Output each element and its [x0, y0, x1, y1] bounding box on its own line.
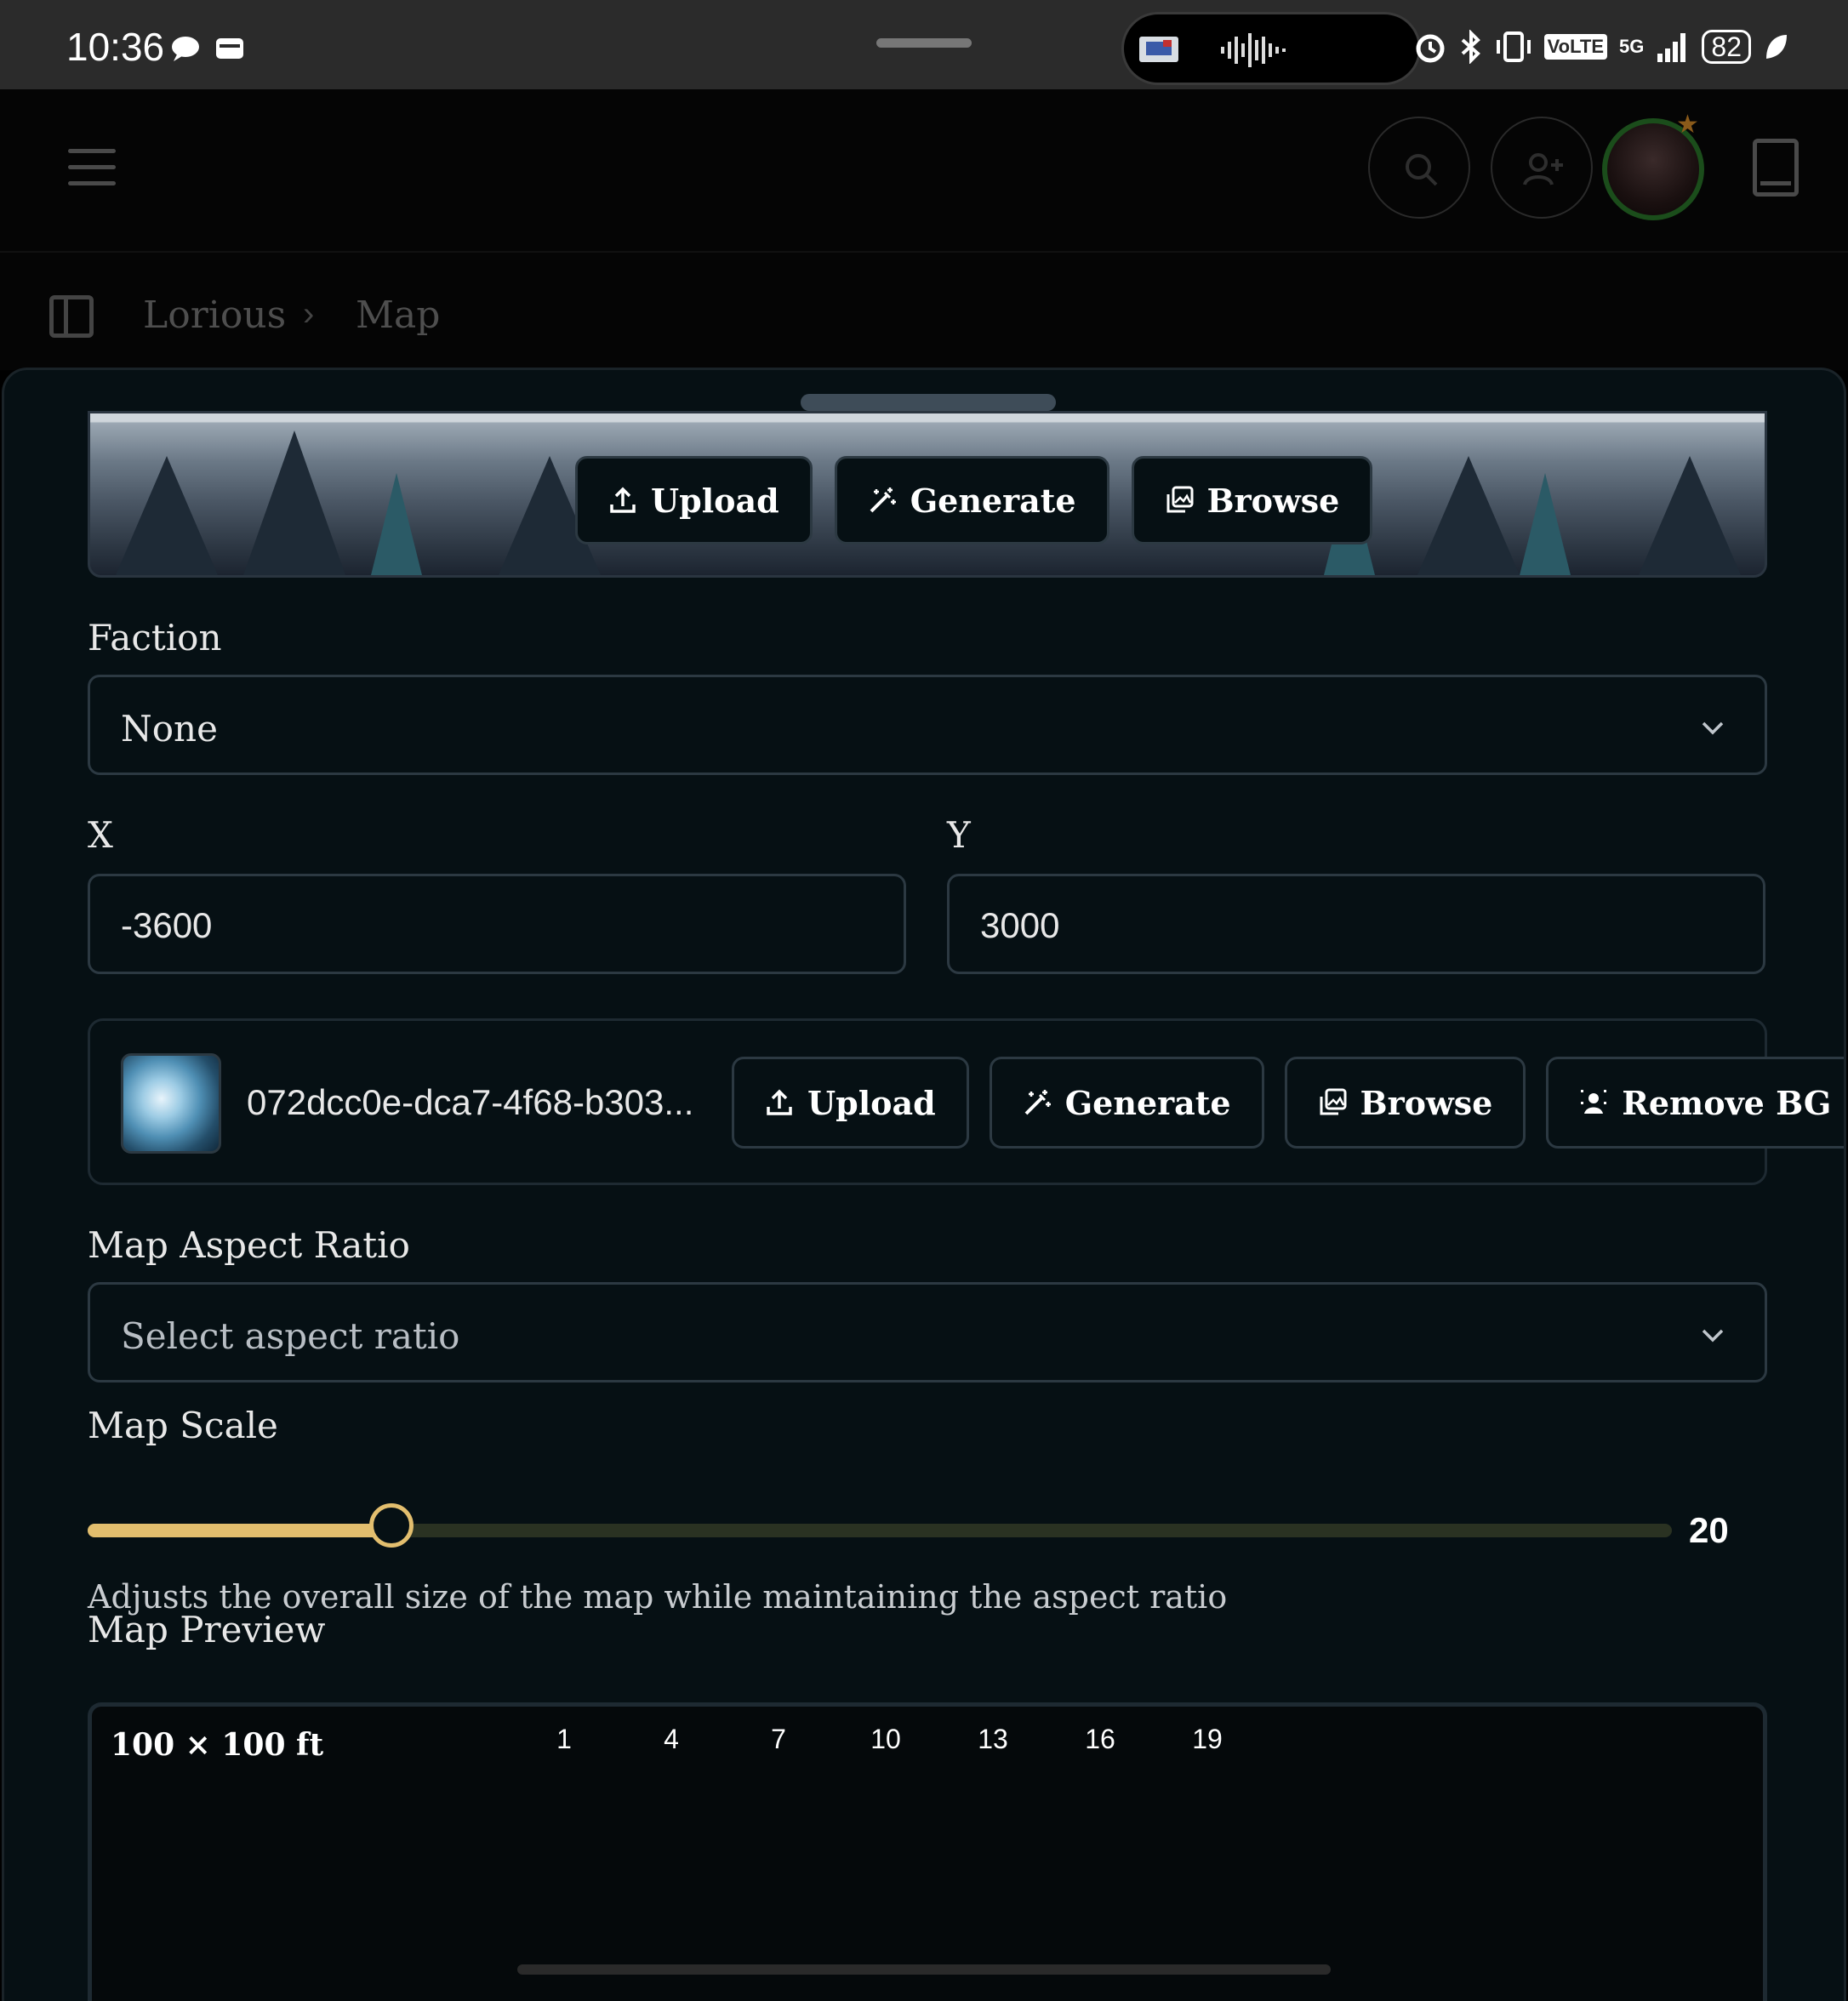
- faction-label: Faction: [88, 617, 222, 658]
- dynamic-island[interactable]: [1121, 12, 1421, 85]
- map-browse-label: Browse: [1360, 1083, 1493, 1122]
- faction-value: None: [121, 708, 218, 750]
- status-icons: VoLTE 5G 82: [1413, 26, 1788, 68]
- x-label: X: [88, 814, 113, 856]
- magic-wand-icon: [1024, 1090, 1051, 1115]
- star-badge-icon: ★: [1676, 111, 1699, 139]
- ruler-tick: 4: [664, 1724, 679, 1754]
- banner-upload-label: Upload: [651, 481, 779, 520]
- vibrate-icon: [1496, 31, 1531, 62]
- media-thumbnail-icon: [1139, 37, 1178, 62]
- ruler-tick: 16: [1085, 1724, 1115, 1754]
- banner-browse-label: Browse: [1206, 481, 1340, 520]
- remove-background-icon: [1581, 1090, 1607, 1114]
- home-indicator: [517, 1964, 1331, 1975]
- network-label: 5G: [1619, 36, 1645, 57]
- sidebar-toggle-icon[interactable]: [49, 295, 94, 338]
- bluetooth-icon: [1461, 30, 1480, 64]
- map-upload-label: Upload: [807, 1083, 936, 1122]
- chat-bubble-icon: [172, 37, 199, 61]
- map-scale-thumb[interactable]: [369, 1503, 414, 1548]
- map-upload-button[interactable]: Upload: [732, 1057, 969, 1149]
- banner-browse-button[interactable]: Browse: [1131, 456, 1373, 544]
- ruler-tick: 10: [870, 1724, 901, 1754]
- y-label: Y: [947, 814, 971, 856]
- add-user-icon: [1523, 153, 1563, 185]
- map-generate-label: Generate: [1064, 1083, 1231, 1122]
- battery-level: 82: [1702, 30, 1751, 64]
- chevron-down-icon: [1702, 1329, 1724, 1343]
- banner-generate-button[interactable]: Generate: [834, 456, 1109, 544]
- aspect-ratio-select[interactable]: Select aspect ratio: [88, 1282, 1767, 1382]
- map-preview-dimensions: 100 × 100 ft: [111, 1727, 324, 1763]
- alarm-icon: [1416, 34, 1445, 63]
- breadcrumb: Lorious › Map: [0, 253, 1848, 370]
- app-header: ★: [0, 89, 1848, 253]
- map-scale-slider[interactable]: [88, 1503, 1672, 1548]
- ruler-tick: 19: [1192, 1724, 1223, 1754]
- remove-bg-button[interactable]: Remove BG: [1546, 1057, 1844, 1149]
- status-bar: 10:36 VoLTE 5G 82: [0, 0, 1848, 89]
- status-pill: [876, 38, 972, 48]
- banner-generate-label: Generate: [910, 481, 1076, 520]
- magic-wand-icon: [870, 487, 896, 513]
- upload-icon: [610, 487, 636, 513]
- volte-badge: VoLTE: [1543, 34, 1608, 60]
- drag-handle[interactable]: [801, 394, 1056, 411]
- map-image-actions: Upload Generate Browse Remove BG: [732, 1057, 1844, 1149]
- ruler-tick: 1: [556, 1724, 572, 1754]
- faction-select[interactable]: None: [88, 675, 1767, 775]
- x-coordinate-field[interactable]: -3600: [88, 874, 906, 974]
- status-time: 10:36: [66, 25, 165, 69]
- y-coordinate-field[interactable]: 3000: [947, 874, 1765, 974]
- search-icon: [1406, 154, 1438, 186]
- gallery-icon: [1166, 486, 1193, 513]
- aspect-ratio-placeholder: Select aspect ratio: [121, 1315, 460, 1357]
- map-preview-label: Map Preview: [88, 1609, 326, 1650]
- banner-upload-button[interactable]: Upload: [575, 456, 813, 544]
- aspect-ratio-label: Map Aspect Ratio: [88, 1224, 410, 1266]
- upload-icon: [767, 1089, 792, 1115]
- book-icon[interactable]: [1753, 139, 1799, 197]
- breadcrumb-item-map: Map: [356, 294, 441, 337]
- map-browse-button[interactable]: Browse: [1284, 1057, 1526, 1149]
- wallet-icon: [216, 38, 243, 59]
- banner-image: Upload Generate Browse: [88, 411, 1767, 578]
- map-scale-fill: [88, 1524, 391, 1537]
- map-filename: 072dcc0e-dca7-4f68-b303...: [247, 1082, 694, 1122]
- ruler-tick: 13: [978, 1724, 1008, 1754]
- map-scale-value: 20: [1689, 1510, 1729, 1550]
- remove-bg-label: Remove BG: [1622, 1083, 1832, 1122]
- chevron-down-icon: [1702, 721, 1724, 735]
- menu-icon[interactable]: [68, 149, 116, 188]
- add-user-button[interactable]: [1491, 117, 1593, 219]
- x-coordinate-value: -3600: [121, 905, 213, 945]
- search-button[interactable]: [1368, 117, 1470, 219]
- map-preview: 100 × 100 ft 1 4 7 10 13 16 19: [88, 1702, 1767, 2001]
- breadcrumb-item-lorious[interactable]: Lorious: [143, 294, 286, 337]
- audio-wave-icon: [1221, 33, 1286, 67]
- ruler-tick: 7: [771, 1724, 786, 1754]
- map-scale-label: Map Scale: [88, 1405, 278, 1446]
- gallery-icon: [1320, 1088, 1346, 1115]
- banner-actions: Upload Generate Browse: [575, 456, 1373, 544]
- y-coordinate-value: 3000: [980, 905, 1060, 945]
- chevron-right-icon: ›: [303, 295, 315, 333]
- map-image-row: 072dcc0e-dca7-4f68-b303... Upload Genera…: [88, 1018, 1844, 1185]
- map-thumbnail[interactable]: [121, 1053, 221, 1154]
- leaf-icon: [1766, 35, 1787, 59]
- edit-panel: Upload Generate Browse Faction None X Y …: [2, 368, 1846, 2001]
- signal-icon: [1657, 33, 1686, 62]
- map-generate-button[interactable]: Generate: [989, 1057, 1264, 1149]
